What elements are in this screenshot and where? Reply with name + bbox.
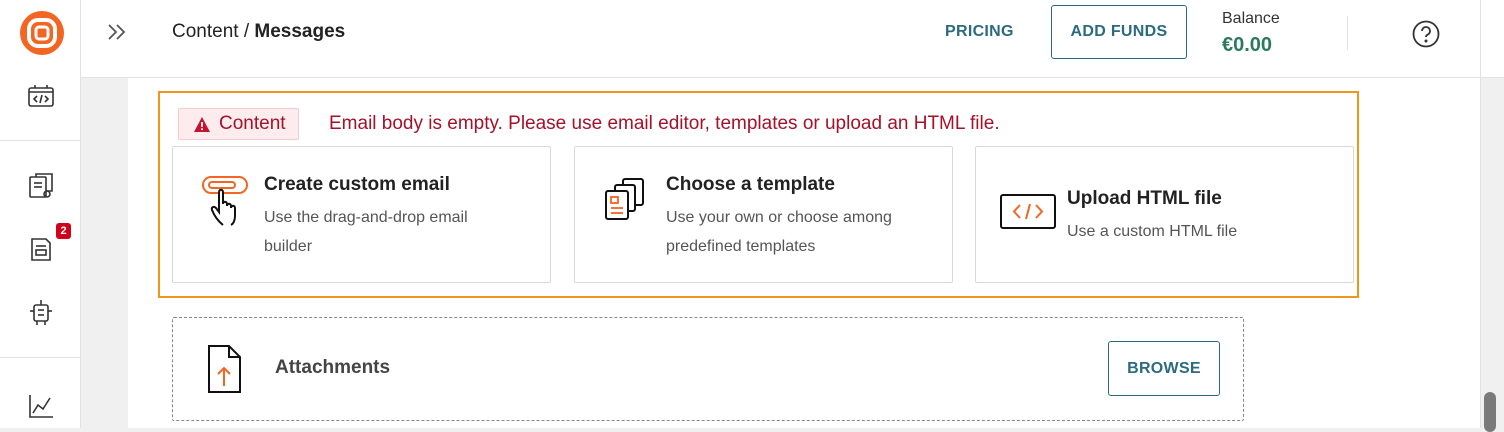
breadcrumb-separator: / (238, 21, 255, 42)
file-upload-icon (208, 345, 241, 393)
balance-label: Balance (1222, 10, 1280, 27)
card-title: Upload HTML file (1067, 188, 1222, 209)
balance-value: €0.00 (1222, 34, 1273, 56)
card-description: Use a custom HTML file (1067, 217, 1237, 246)
header-divider (1347, 16, 1348, 50)
choose-template-card[interactable]: Choose a template Use your own or choose… (574, 146, 953, 283)
messages-icon[interactable] (25, 170, 57, 202)
card-description-line: Use a custom HTML file (1067, 223, 1238, 240)
warning-icon (194, 116, 210, 132)
scrollbar-track (1480, 0, 1481, 428)
sidebar-divider (0, 357, 80, 358)
pricing-link[interactable]: PRICING (945, 23, 1014, 41)
card-description: Use your own or choose among predefined … (666, 203, 892, 261)
card-description-line: Use your own or choose among (666, 209, 892, 226)
card-description-line: Use the drag-and-drop email (264, 209, 468, 226)
analytics-chart-icon[interactable] (25, 390, 57, 422)
help-icon[interactable] (1411, 19, 1441, 49)
card-title: Choose a template (666, 174, 835, 195)
templates-icon (605, 178, 644, 220)
html-code-icon (1000, 194, 1056, 229)
error-message: Email body is empty. Please use email ed… (329, 113, 1000, 134)
upload-html-card[interactable]: Upload HTML file Use a custom HTML file (975, 146, 1354, 283)
campaigns-icon[interactable] (25, 233, 57, 265)
error-tag-label: Content (219, 113, 286, 134)
card-description-line: predefined templates (666, 238, 816, 255)
brand-logo-icon[interactable] (19, 10, 65, 56)
create-custom-email-card[interactable]: Create custom email Use the drag-and-dro… (172, 146, 551, 283)
add-funds-button[interactable]: ADD FUNDS (1051, 5, 1187, 59)
drag-drop-hand-icon (202, 176, 248, 226)
browse-button[interactable]: BROWSE (1108, 341, 1220, 396)
sidebar-divider (0, 140, 80, 141)
expand-sidebar-icon[interactable] (103, 18, 131, 46)
error-tag: Content (178, 108, 299, 140)
sidebar: 2 (0, 0, 81, 428)
breadcrumb-section[interactable]: Content (172, 21, 239, 42)
code-window-icon[interactable] (25, 80, 57, 112)
card-description: Use the drag-and-drop email builder (264, 203, 468, 261)
card-title: Create custom email (264, 174, 450, 195)
bot-icon[interactable] (25, 296, 57, 328)
scrollbar-thumb[interactable] (1484, 392, 1496, 432)
notification-badge: 2 (56, 223, 71, 239)
card-description-line: builder (264, 238, 313, 255)
breadcrumb-current: Messages (254, 21, 346, 42)
top-bar: Content / Messages PRICING ADD FUNDS Bal… (81, 0, 1504, 78)
attachments-title: Attachments (275, 357, 391, 378)
breadcrumb: Content / Messages (172, 21, 345, 43)
